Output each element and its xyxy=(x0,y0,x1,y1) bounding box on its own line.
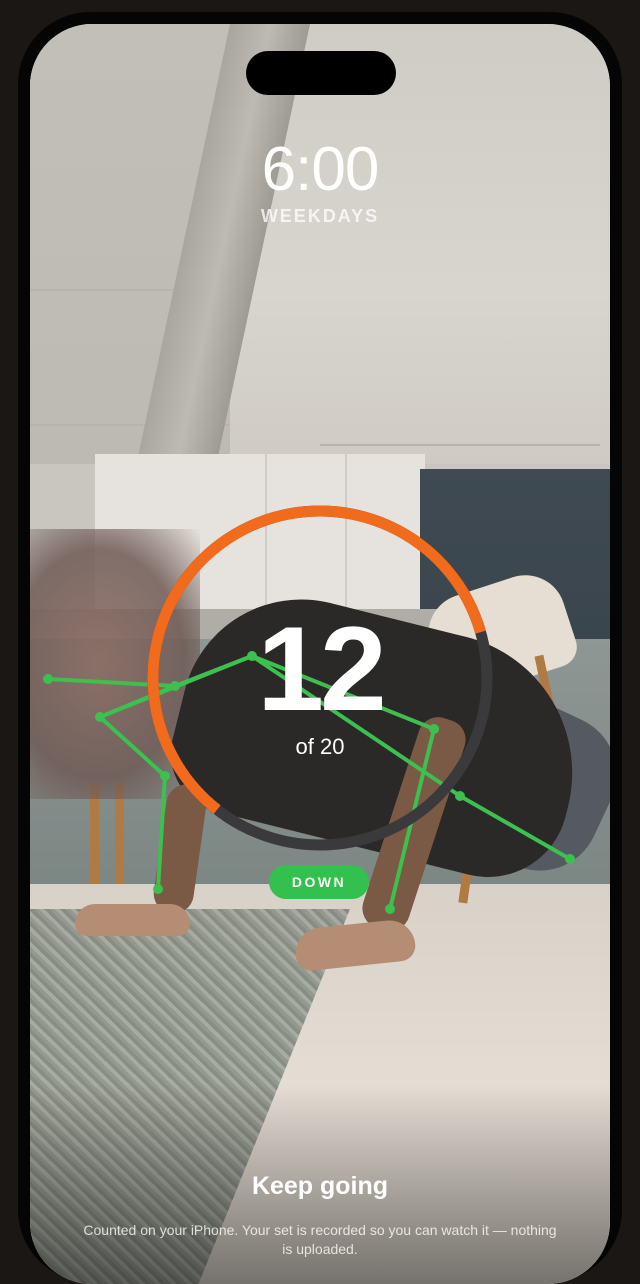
camera-screen: 6:00 WEEKDAYS 12 of 20 DOWN Keep going C… xyxy=(30,24,610,1284)
phase-badge: DOWN xyxy=(269,865,369,899)
rep-count: 12 xyxy=(257,602,386,736)
privacy-note: Counted on your iPhone. Your set is reco… xyxy=(83,1222,557,1257)
phone-frame: 6:00 WEEKDAYS 12 of 20 DOWN Keep going C… xyxy=(18,12,622,1284)
rep-target: of 20 xyxy=(295,734,345,759)
encouragement-title: Keep going xyxy=(251,1172,389,1200)
